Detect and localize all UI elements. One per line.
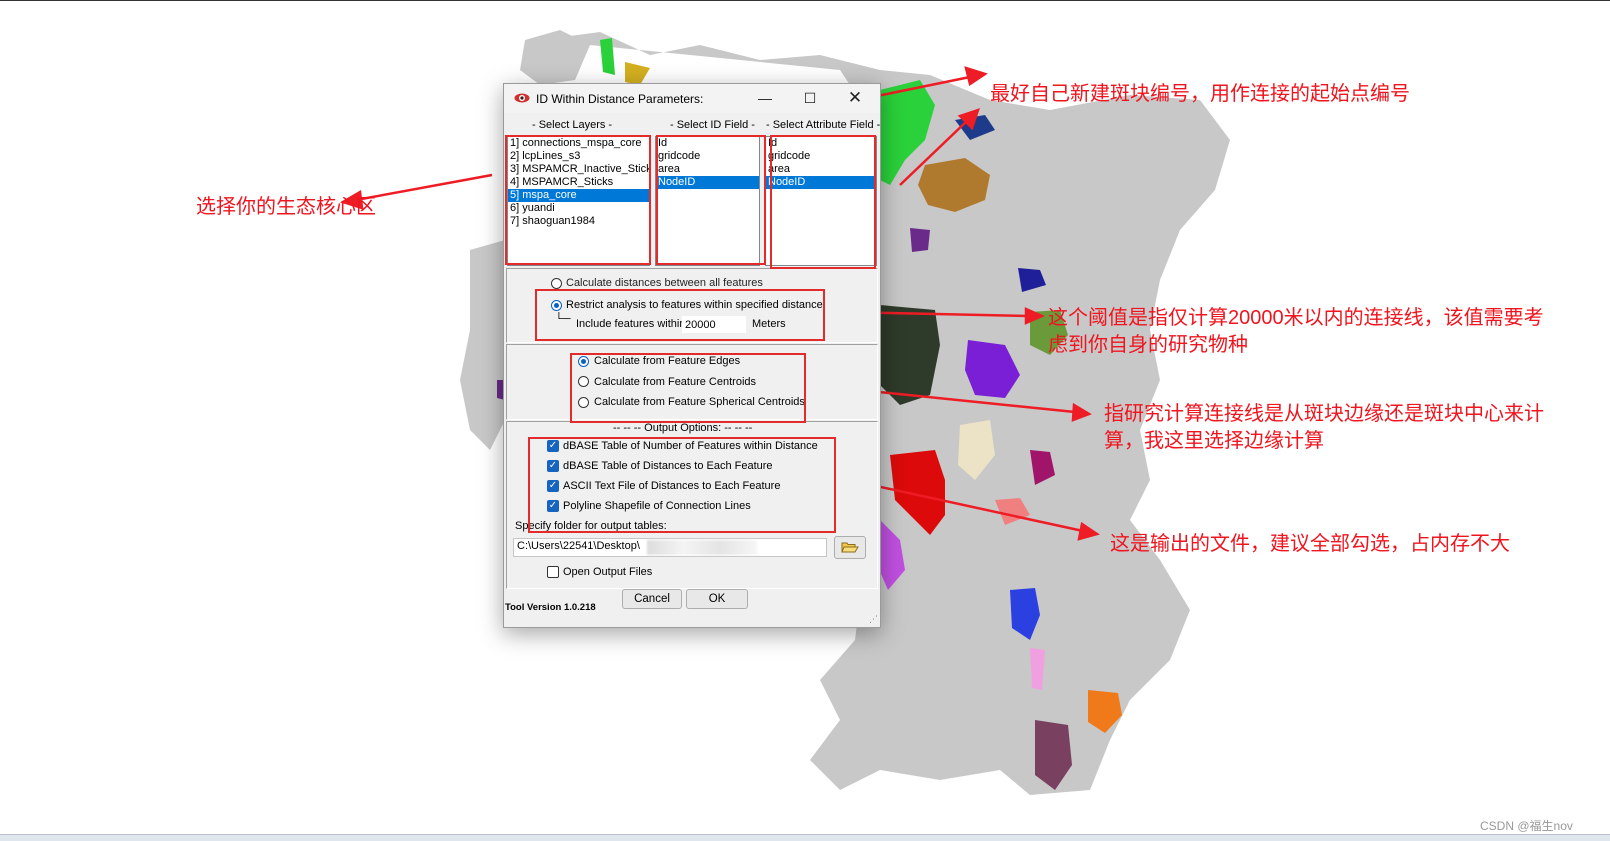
app-eye-icon	[514, 93, 530, 103]
maximize-icon[interactable]: ☐	[796, 88, 824, 108]
dialog-title: ID Within Distance Parameters:	[536, 92, 704, 106]
close-icon[interactable]: ✕	[841, 88, 869, 108]
annotation-threshold-1: 这个阈值是指仅计算20000米以内的连接线，该值需要考	[1048, 307, 1544, 329]
arrow-left-line	[355, 173, 493, 202]
highlight-calc	[570, 353, 806, 423]
annotation-threshold-2: 虑到你自身的研究物种	[1048, 334, 1248, 356]
title-bar[interactable]: ID Within Distance Parameters: — ☐ ✕	[504, 84, 880, 113]
tool-version-label: Tool Version 1.0.218	[505, 602, 596, 613]
folder-open-icon	[841, 542, 859, 553]
patch-yellow-north	[625, 62, 650, 85]
select-layers-label: - Select Layers -	[532, 119, 613, 131]
highlight-id-field	[656, 135, 766, 265]
all-features-label: Calculate distances between all features	[566, 277, 763, 289]
highlight-output	[528, 437, 836, 533]
minimize-icon[interactable]: —	[751, 88, 779, 108]
annotation-calc-1: 指研究计算连接线是从斑块边缘还是斑块中心来计	[1104, 403, 1544, 425]
open-output-checkbox[interactable]	[547, 566, 559, 578]
all-features-radio[interactable]	[551, 278, 562, 289]
annotation-calc-2: 算，我这里选择边缘计算	[1104, 430, 1324, 452]
csdn-watermark: CSDN @福生nov	[1480, 819, 1573, 833]
redacted-path-blur	[647, 540, 757, 555]
annotation-top: 最好自己新建斑块编号，用作连接的起始点编号	[990, 83, 1410, 105]
ok-button[interactable]: OK	[686, 589, 748, 609]
output-options-header: -- -- -- Output Options: -- -- --	[613, 422, 753, 434]
highlight-layers	[505, 135, 651, 265]
patch-purple-small	[910, 228, 930, 252]
annotation-left: 选择你的生态核心区	[196, 196, 376, 218]
select-id-field-label: - Select ID Field -	[670, 119, 755, 131]
arrow-top-head	[964, 66, 988, 87]
region-shape-west	[460, 240, 505, 450]
patch-darkgreen	[880, 305, 940, 405]
highlight-attribute-field	[770, 135, 876, 269]
highlight-distance	[535, 289, 825, 341]
cancel-button[interactable]: Cancel	[622, 589, 682, 609]
open-output-label: Open Output Files	[563, 566, 653, 578]
browse-folder-button[interactable]	[834, 536, 866, 559]
annotation-output: 这是输出的文件，建议全部勾选，占内存不大	[1110, 533, 1510, 555]
resize-grip-icon[interactable]: ⋰	[869, 614, 878, 625]
select-attribute-field-label: - Select Attribute Field -	[766, 119, 881, 131]
